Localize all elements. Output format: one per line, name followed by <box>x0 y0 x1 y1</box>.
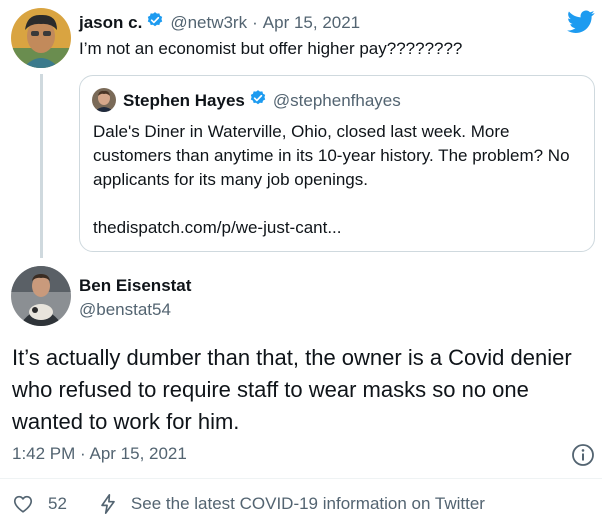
main-author-handle[interactable]: @benstat54 <box>79 300 171 320</box>
quoted-tweet-link[interactable]: thedispatch.com/p/we-just-cant... <box>93 218 342 238</box>
main-tweet-header: Ben Eisenstat <box>79 276 191 296</box>
main-author-name[interactable]: Ben Eisenstat <box>79 276 191 296</box>
main-tweet-timestamp[interactable]: 1:42 PM · Apr 15, 2021 <box>12 444 187 464</box>
verified-badge-icon <box>146 11 164 34</box>
quoted-tweet-text: Dale's Diner in Waterville, Ohio, closed… <box>93 122 570 189</box>
tweet-actions-bar: 52 See the latest COVID-19 information o… <box>12 493 485 515</box>
covid-info-link[interactable]: See the latest COVID-19 information on T… <box>131 494 485 514</box>
quoted-tweet-card[interactable]: Stephen Hayes @stephenfhayes Dale's Dine… <box>79 75 595 252</box>
info-icon[interactable] <box>571 443 595 467</box>
heart-icon[interactable] <box>12 493 34 515</box>
quoted-author-handle: @stephenfhayes <box>272 90 401 110</box>
parent-author-name[interactable]: jason c. <box>79 13 142 33</box>
quoted-tweet-header: Stephen Hayes @stephenfhayes <box>123 89 401 112</box>
twitter-bird-icon[interactable] <box>567 10 595 34</box>
parent-tweet-text: I’m not an economist but offer higher pa… <box>79 39 463 58</box>
main-author-avatar[interactable] <box>11 266 71 326</box>
parent-author-avatar[interactable] <box>11 8 71 68</box>
header-separator: · <box>252 12 258 32</box>
divider <box>0 478 602 479</box>
like-count[interactable]: 52 <box>48 494 67 514</box>
thread-connector-line <box>40 74 43 258</box>
verified-badge-icon <box>249 89 267 112</box>
quoted-author-name: Stephen Hayes <box>123 90 245 110</box>
parent-tweet-header: jason c. @netw3rk · Apr 15, 2021 <box>79 11 360 34</box>
lightning-bolt-icon[interactable] <box>97 493 119 515</box>
main-tweet-text: It’s actually dumber than that, the owne… <box>12 345 572 434</box>
quoted-author-avatar <box>92 88 116 112</box>
main-tweet-handle-row: @benstat54 <box>79 300 171 320</box>
parent-tweet-date[interactable]: Apr 15, 2021 <box>263 13 360 33</box>
parent-author-handle[interactable]: @netw3rk <box>170 13 247 33</box>
